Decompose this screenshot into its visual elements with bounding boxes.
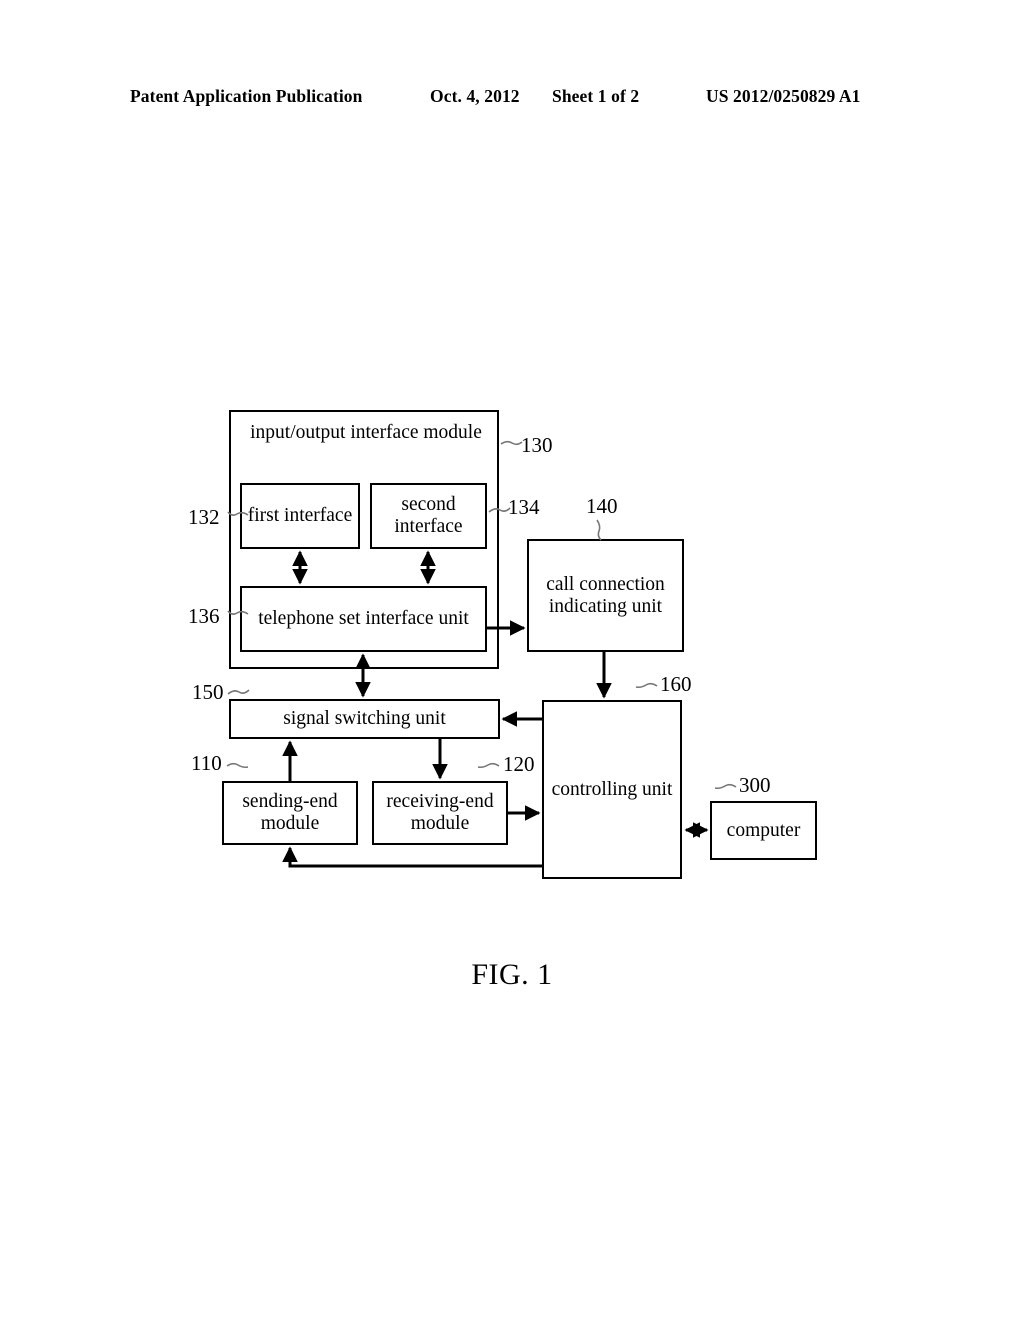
block-receiving-end-module: receiving-end module: [372, 781, 508, 845]
leader-line-130: [500, 440, 523, 446]
figure-caption: FIG. 1: [471, 958, 553, 991]
block-signal-switching-unit: signal switching unit: [229, 699, 500, 739]
reference-numeral-160: 160: [660, 672, 692, 696]
leader-line-140: [596, 519, 602, 541]
block-label-sending-end-module: sending-end module: [242, 791, 338, 834]
block-label-call-connection-indicating-unit: call connection indicating unit: [546, 573, 665, 617]
block-label-first-interface: first interface: [247, 505, 353, 527]
block-controlling-unit: controlling unit: [542, 700, 682, 879]
block-label-second-interface: second interface: [394, 494, 463, 537]
reference-numeral-130: 130: [521, 433, 553, 457]
block-sending-end-module: sending-end module: [222, 781, 358, 845]
block-call-connection-indicating-unit: call connection indicating unit: [527, 539, 684, 652]
reference-numeral-134: 134: [508, 495, 540, 519]
reference-numeral-300: 300: [739, 773, 771, 797]
reference-numeral-136: 136: [188, 604, 220, 628]
leader-line-300: [714, 783, 737, 790]
block-label-telephone-set-interface-unit: telephone set interface unit: [258, 608, 469, 630]
leader-line-120: [477, 762, 500, 769]
reference-numeral-140: 140: [586, 494, 618, 518]
leader-line-150: [227, 689, 250, 695]
leader-line-110: [226, 762, 249, 769]
block-telephone-set-interface-unit: telephone set interface unit: [240, 586, 487, 652]
block-first-interface: first interface: [240, 483, 360, 549]
connector-lines-layer: [226, 440, 737, 868]
block-label-receiving-end-module: receiving-end module: [386, 791, 494, 834]
block-computer: computer: [710, 801, 817, 860]
block-label-signal-switching-unit: signal switching unit: [283, 708, 446, 730]
reference-numeral-150: 150: [192, 680, 224, 704]
leader-line-160: [635, 682, 658, 689]
reference-numeral-132: 132: [188, 505, 220, 529]
block-second-interface: second interface: [370, 483, 487, 549]
reference-numeral-110: 110: [191, 751, 222, 775]
block-label-controlling-unit: controlling unit: [551, 778, 673, 800]
reference-numeral-120: 120: [503, 752, 535, 776]
block-label-input-output-interface-module: input/output interface module: [250, 422, 482, 443]
figure-1-block-diagram: input/output interface module first inte…: [0, 0, 1024, 1320]
block-label-computer: computer: [726, 819, 801, 841]
connector-160-to-110-feedback: [282, 846, 542, 868]
